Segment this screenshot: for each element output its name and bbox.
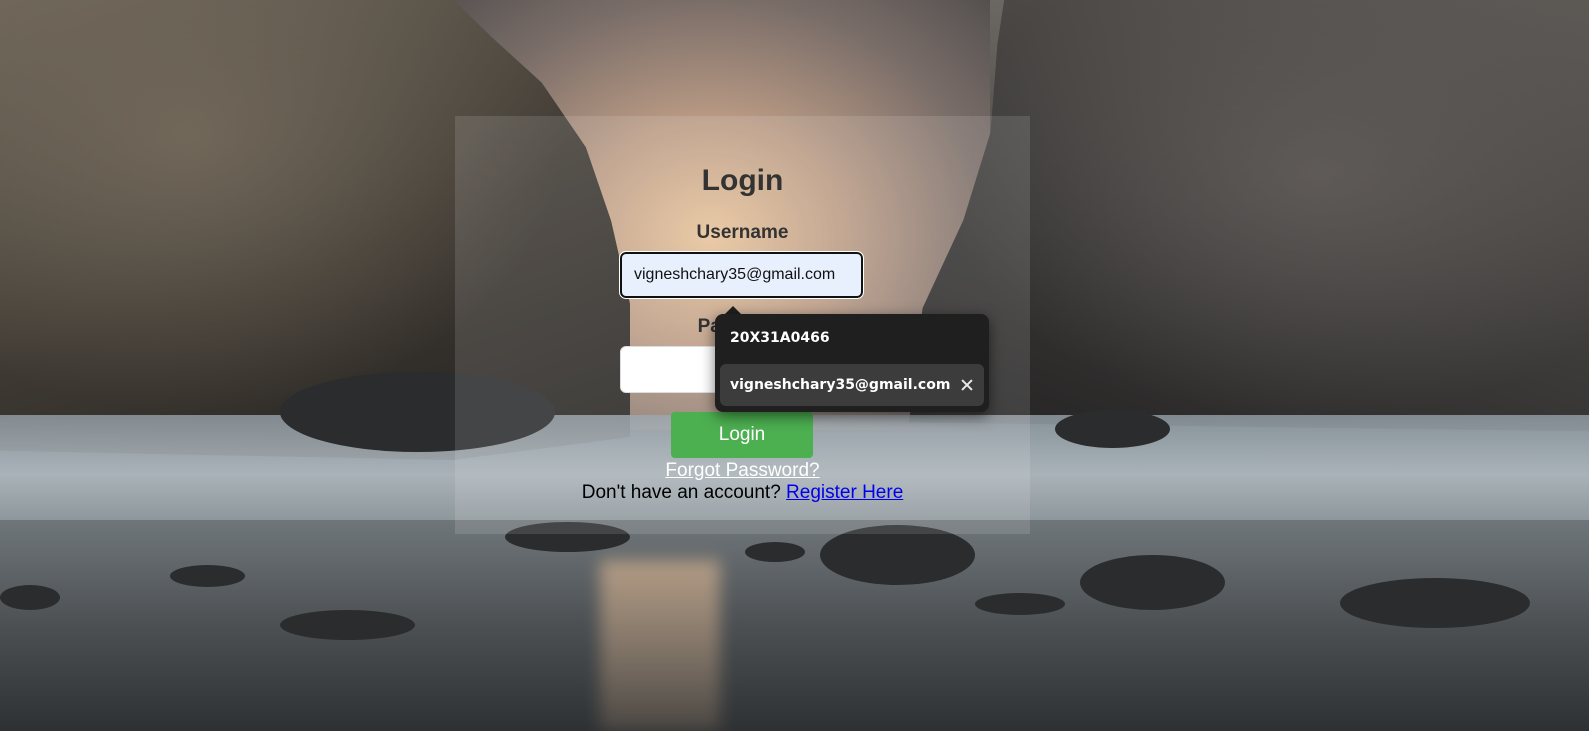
autofill-suggestion-label: vigneshchary35@gmail.com bbox=[730, 377, 951, 393]
rock bbox=[0, 585, 60, 610]
autofill-suggestion[interactable]: 20X31A0466 bbox=[715, 320, 989, 356]
rock bbox=[1055, 410, 1170, 448]
background-image: Login Username Password Login Forgot Pas… bbox=[0, 0, 1589, 731]
close-icon[interactable] bbox=[960, 378, 974, 392]
register-link[interactable]: Register Here bbox=[786, 482, 903, 503]
rock bbox=[280, 610, 415, 640]
autofill-suggestion-selected[interactable]: vigneshchary35@gmail.com bbox=[720, 364, 984, 406]
rock bbox=[1340, 578, 1530, 628]
login-button[interactable]: Login bbox=[671, 412, 813, 458]
username-label: Username bbox=[696, 222, 789, 243]
forgot-password-link[interactable]: Forgot Password? bbox=[455, 460, 1030, 482]
register-prompt-text: Don't have an account? bbox=[581, 482, 781, 503]
autofill-dropdown: 20X31A0466 vigneshchary35@gmail.com bbox=[715, 314, 989, 412]
rock bbox=[1080, 555, 1225, 610]
register-prompt: Don't have an account? Register Here bbox=[455, 482, 1030, 504]
username-input[interactable] bbox=[619, 251, 864, 299]
rock bbox=[745, 542, 805, 562]
sunset-reflection bbox=[600, 560, 720, 731]
rock bbox=[975, 593, 1065, 615]
rock bbox=[170, 565, 245, 587]
page-title: Login bbox=[701, 164, 784, 197]
rock bbox=[820, 525, 975, 585]
